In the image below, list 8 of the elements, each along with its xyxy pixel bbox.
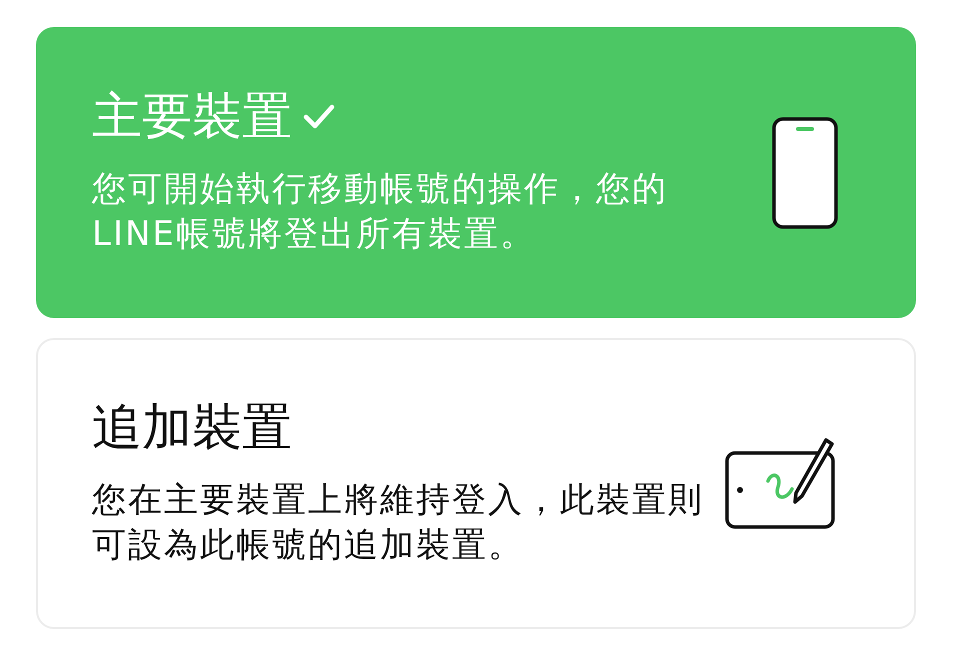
check-icon <box>302 102 336 131</box>
option-description: 您在主要裝置上將維持登入，此裝置則可設為此帳號的追加裝置。 <box>92 479 705 568</box>
tablet-pen-icon <box>724 436 838 530</box>
phone-icon <box>772 116 838 228</box>
option-title: 追加裝置 <box>92 398 292 456</box>
option-title: 主要裝置 <box>92 88 292 146</box>
option-card[interactable]: 追加裝置 您在主要裝置上將維持登入，此裝置則可設為此帳號的追加裝置。 <box>36 338 916 629</box>
option-description: 您可開始執行移動帳號的操作，您的LINE帳號將登出所有裝置。 <box>92 168 669 256</box>
